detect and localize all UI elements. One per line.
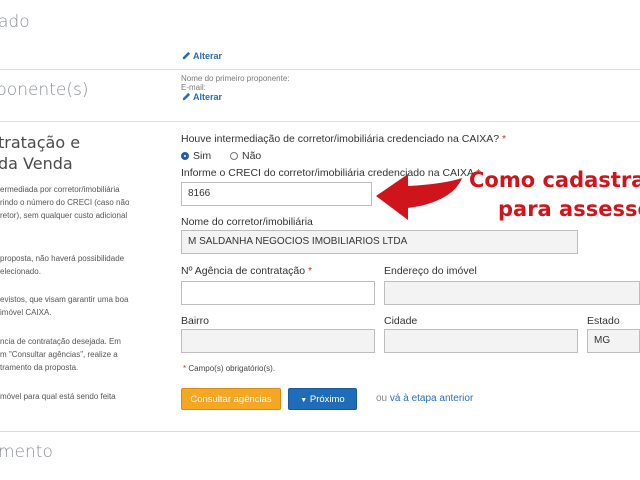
sidebar-title-line2: da Venda — [0, 154, 73, 173]
alterar-link-1[interactable]: Alterar — [182, 51, 222, 61]
sidebar-text: evistos, que visam garantir uma boa — [0, 295, 129, 304]
required-mark: * — [183, 364, 187, 373]
sidebar-paragraph-4: ncia de contratação desejada. Em m "Cons… — [0, 335, 121, 374]
required-note-text: Campo(s) obrigatório(s). — [188, 364, 276, 373]
district-label: Bairro — [181, 315, 210, 327]
sidebar-text: tramento da proposta. — [0, 363, 79, 372]
previous-step-link[interactable]: vá à etapa anterior — [390, 393, 473, 404]
agency-label-text: Nº Agência de contratação — [181, 265, 306, 277]
radio-no[interactable]: Não — [230, 150, 261, 162]
sidebar-paragraph-5: móvel para qual está sendo feita — [0, 390, 116, 403]
state-label: Estado — [587, 315, 620, 327]
agency-input[interactable] — [181, 281, 375, 305]
city-label: Cidade — [384, 315, 418, 327]
sidebar-text: retor), sem qualquer custo adicional — [0, 211, 128, 220]
address-input[interactable] — [384, 281, 640, 305]
next-button[interactable]: ▼ Próximo — [288, 388, 357, 410]
consult-agencies-button[interactable]: Consultar agências — [181, 388, 281, 410]
previous-prefix: ou — [376, 393, 388, 404]
sidebar-paragraph-2: proposta, não haverá possibilidade eleci… — [0, 252, 124, 278]
section-title-bottom: mento — [0, 442, 53, 462]
divider-2 — [0, 121, 640, 122]
sidebar-text: elecionado. — [0, 267, 41, 276]
required-note: * Campo(s) obrigatório(s). — [183, 364, 275, 373]
proponent-email-label: E-mail: — [181, 83, 206, 92]
sidebar-paragraph-1: ermediada por corretor/imobiliária rindo… — [0, 183, 129, 222]
sidebar-text: móvel para qual está sendo feita — [0, 392, 116, 401]
divider-1 — [0, 69, 640, 70]
sidebar-text: proposta, não haverá possibilidade — [0, 254, 125, 263]
alterar-link-2[interactable]: Alterar — [182, 92, 222, 102]
agency-label: Nº Agência de contratação * — [181, 265, 312, 277]
sidebar-text: ermediada por corretor/imobiliária — [0, 185, 120, 194]
intermediation-question: Houve intermediação de corretor/imobiliá… — [181, 133, 506, 145]
radio-yes[interactable]: Sim — [181, 150, 211, 162]
required-mark: * — [308, 265, 313, 277]
sidebar-text: m "Consultar agências", realize a — [0, 350, 118, 359]
edit-icon — [182, 92, 191, 101]
next-button-label: Próximo — [309, 394, 345, 405]
sidebar-text: ncia de contratação desejada. Em — [0, 337, 121, 346]
proponent-name-label: Nome do primeiro proponente: — [181, 74, 290, 83]
sidebar-text: imóvel CAIXA. — [0, 308, 52, 317]
intermediation-question-text: Houve intermediação de corretor/imobiliá… — [181, 133, 500, 145]
divider-3 — [0, 431, 640, 432]
city-input[interactable] — [384, 329, 578, 353]
broker-name-input[interactable]: M SALDANHA NEGOCIOS IMOBILIARIOS LTDA — [181, 230, 578, 254]
address-label: Endereço do imóvel — [384, 265, 477, 277]
caret-down-icon: ▼ — [300, 397, 308, 404]
alterar-label-1: Alterar — [193, 51, 223, 61]
radio-yes-label: Sim — [193, 150, 212, 162]
previous-step: ou vá à etapa anterior — [376, 393, 473, 404]
state-select[interactable]: MG — [587, 329, 640, 353]
annotation-line1: Como cadastrar — [469, 168, 640, 192]
radio-no-icon[interactable] — [230, 152, 238, 160]
red-arrow-icon — [376, 174, 462, 220]
section-title-top: ado — [0, 12, 30, 32]
sidebar-text: rindo o número do CRECI (caso não — [0, 198, 130, 207]
section-title-proponents: ponente(s) — [0, 80, 89, 100]
alterar-label-2: Alterar — [193, 92, 223, 102]
sidebar-paragraph-3: evistos, que visam garantir uma boa imóv… — [0, 293, 129, 319]
radio-yes-icon[interactable] — [181, 152, 189, 160]
radio-no-label: Não — [242, 150, 262, 162]
sidebar-title-line1: tratação e — [0, 133, 81, 152]
district-input[interactable] — [181, 329, 375, 353]
edit-icon — [182, 51, 191, 60]
required-mark: * — [502, 133, 507, 145]
annotation-line2: para assessor — [498, 197, 640, 221]
broker-name-label: Nome do corretor/imobiliária — [181, 216, 313, 228]
creci-input[interactable]: 8166 — [181, 182, 372, 206]
